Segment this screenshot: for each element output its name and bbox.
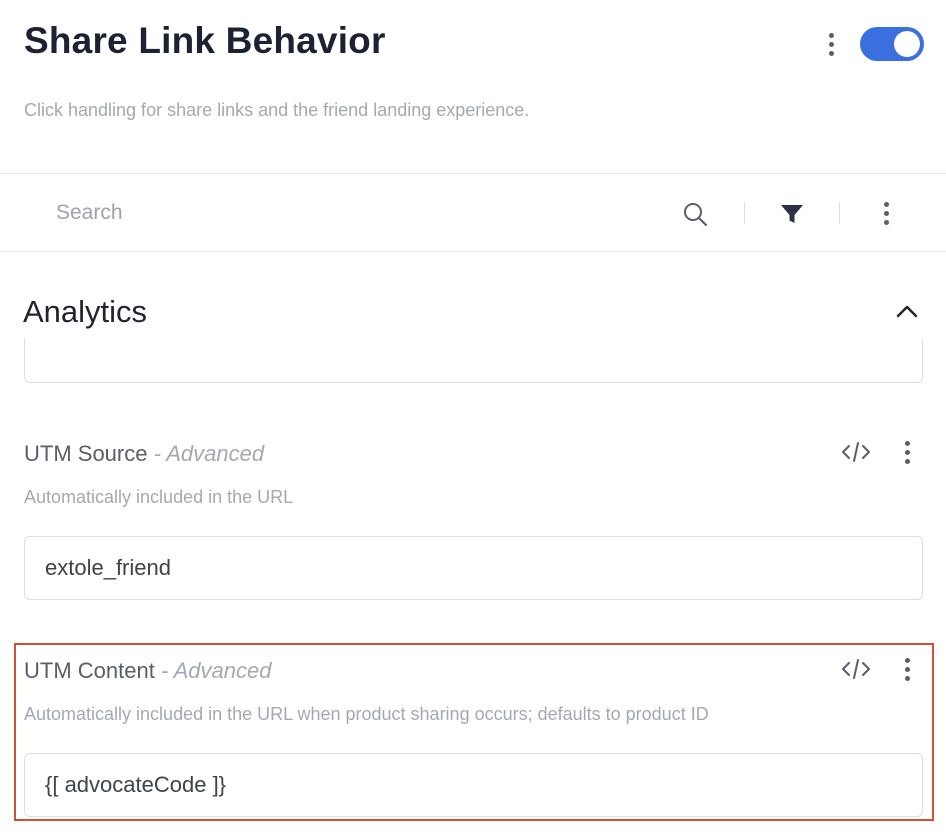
field-label-text: UTM Content: [24, 658, 155, 683]
utm-source-label: UTM Source - Advanced: [24, 441, 264, 467]
advanced-tag: - Advanced: [160, 658, 272, 683]
toolbar-divider: [744, 202, 745, 224]
advanced-tag: - Advanced: [153, 441, 265, 466]
utm-source-input[interactable]: extole_friend: [24, 536, 923, 600]
code-icon[interactable]: [841, 440, 871, 464]
toolbar-divider: [839, 202, 840, 224]
enable-toggle[interactable]: [860, 27, 924, 61]
utm-content-input[interactable]: {[ advocateCode ]}: [24, 753, 923, 817]
header-more-options-button[interactable]: [818, 30, 844, 58]
utm-content-description: Automatically included in the URL when p…: [24, 704, 709, 724]
utm-content-label: UTM Content - Advanced: [24, 658, 271, 684]
share-link-behavior-panel: Share Link Behavior Click handling for s…: [0, 0, 946, 840]
section-title-analytics: Analytics: [23, 294, 148, 329]
toolbar-more-options-button[interactable]: [873, 199, 899, 227]
kebab-icon: [828, 32, 834, 56]
kebab-icon: [883, 201, 889, 225]
search-input[interactable]: [56, 198, 616, 228]
utm-content-more-options-button[interactable]: [894, 655, 920, 683]
code-icon[interactable]: [841, 657, 871, 681]
kebab-icon: [904, 440, 910, 464]
toggle-knob: [894, 31, 920, 57]
page-title: Share Link Behavior: [24, 20, 386, 61]
field-label-text: UTM Source: [24, 441, 148, 466]
search-icon[interactable]: [681, 200, 709, 228]
kebab-icon: [904, 657, 910, 681]
page-subtitle: Click handling for share links and the f…: [24, 100, 530, 120]
partial-field-input[interactable]: [24, 338, 923, 383]
filter-icon[interactable]: [778, 201, 806, 227]
utm-source-description: Automatically included in the URL: [24, 487, 294, 507]
chevron-up-icon[interactable]: [893, 300, 921, 322]
utm-source-more-options-button[interactable]: [894, 438, 920, 466]
